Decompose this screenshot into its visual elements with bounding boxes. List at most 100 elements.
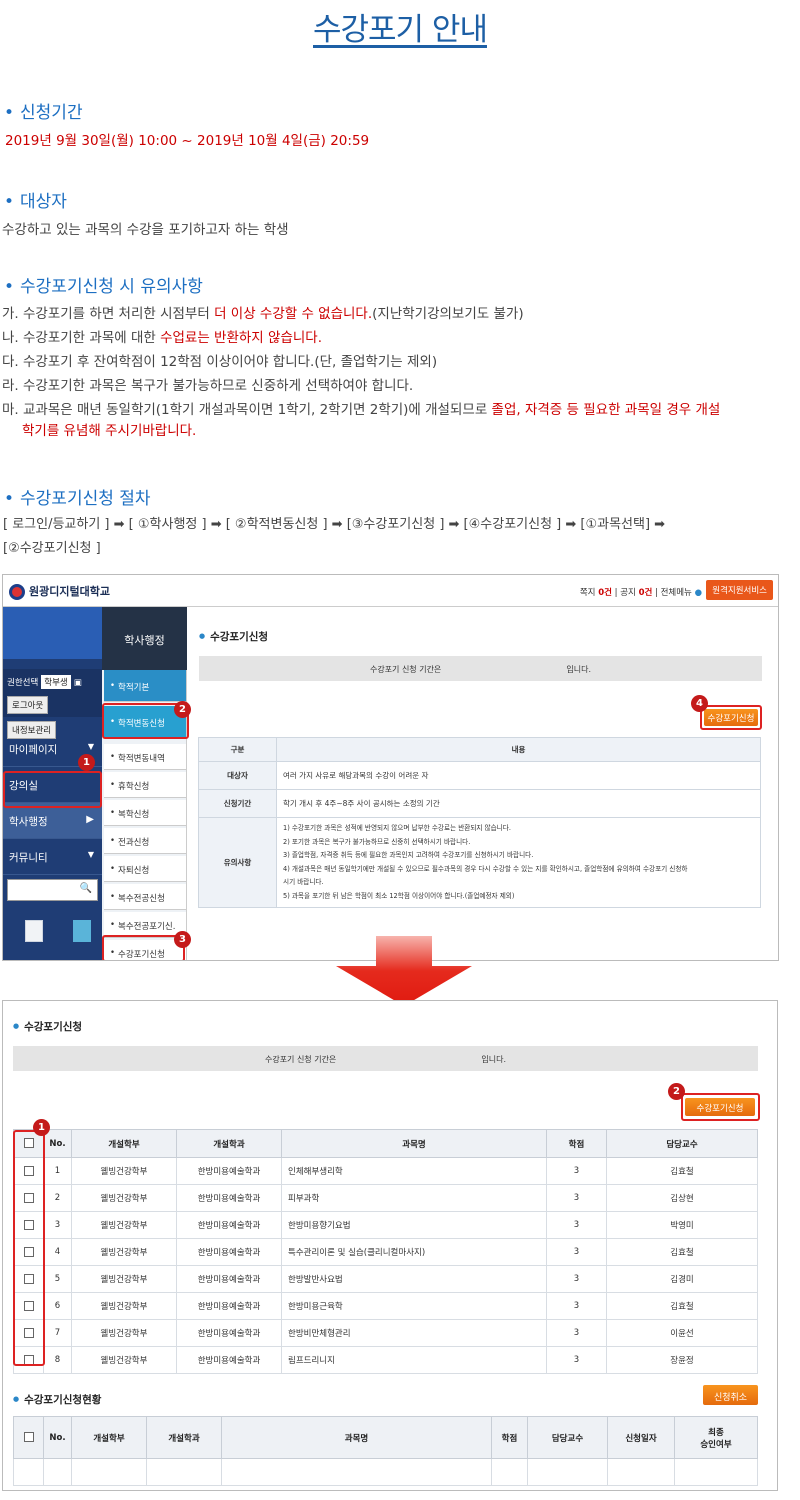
row-no: 7	[43, 1319, 72, 1347]
note-a-text: 가. 수강포기를 하면 처리한 시점부터	[2, 306, 215, 322]
col-no: No.	[43, 1129, 72, 1158]
row-major: 한방미용예술학과	[176, 1265, 282, 1293]
info-header-row: 구분 내용	[198, 737, 761, 762]
cancel-request-button[interactable]: 신청취소	[703, 1385, 758, 1405]
table-row: 5 웰빙건강학부 한방미용예술학과 한방발반사요법 3 김경미	[13, 1265, 758, 1293]
row-credit: 3	[546, 1319, 607, 1347]
row-major: 한방미용예술학과	[176, 1184, 282, 1212]
highlight-box	[13, 1130, 45, 1366]
middle-nav-title: 학사행정	[102, 607, 187, 670]
row-dept: 웰빙건강학부	[71, 1238, 177, 1266]
row-professor: 김경미	[606, 1265, 758, 1293]
note-e-emphasis: 졸업, 자격증 등 필요한 과목일 경우 개설	[491, 402, 721, 418]
row-dept: 웰빙건강학부	[71, 1319, 177, 1347]
status-cell	[527, 1458, 608, 1486]
row-course: 한방비만체형관리	[281, 1319, 547, 1347]
row-course: 피부과학	[281, 1184, 547, 1212]
content-title: 수강포기신청	[199, 629, 268, 644]
caution-line: 시기 바랍니다.	[283, 878, 324, 886]
left-menu-mypage-label: 마이페이지	[9, 744, 58, 756]
remote-support-button[interactable]: 원격지원서비스	[706, 580, 773, 600]
mid-item-change-history[interactable]: 학적변동내역	[104, 744, 186, 770]
status-col-major: 개설학과	[146, 1416, 222, 1459]
status-cell	[491, 1458, 528, 1486]
status-cell	[221, 1458, 492, 1486]
status-select-all-cell	[13, 1416, 44, 1459]
table-row: 3 웰빙건강학부 한방미용예술학과 한방미용향기요법 3 박영미	[13, 1211, 758, 1239]
university-logo[interactable]: 원광디지털대학교	[9, 583, 110, 600]
caution-line: 3) 졸업학점, 자격증 취득 등에 필요한 과목인지 고려하여 수강포기를 신…	[283, 851, 534, 859]
page-title: 수강포기 안내	[313, 12, 488, 48]
mid-item-withdraw[interactable]: 자퇴신청	[104, 856, 186, 882]
table-row: 1 웰빙건강학부 한방미용예술학과 인체해부생리학 3 김효철	[13, 1157, 758, 1185]
row-professor: 이윤선	[606, 1319, 758, 1347]
highlight-box	[3, 771, 102, 808]
row-dept: 웰빙건강학부	[71, 1265, 177, 1293]
info-value: 학기 개시 후 4주~8주 사이 공시하는 소정의 기간	[276, 789, 761, 818]
callout-2: 2	[174, 701, 191, 718]
table-row: 8 웰빙건강학부 한방미용예술학과 림프드리니지 3 장윤정	[13, 1346, 758, 1374]
callout-1: 1	[33, 1119, 50, 1136]
drop-title: 수강포기신청	[13, 1019, 82, 1034]
period-section: 신청기간 2019년 9월 30일(월) 10:00 ~ 2019년 10월 4…	[0, 98, 800, 153]
status-col-credit: 학점	[491, 1416, 528, 1459]
table-row: 6 웰빙건강학부 한방미용예술학과 한방미용근육학 3 김효철	[13, 1292, 758, 1320]
notice-link[interactable]: 공지	[620, 588, 636, 598]
info-row: 대상자 여러 가지 사유로 해당과목의 수강이 어려운 자	[198, 761, 761, 790]
page: 수강포기 안내 신청기간 2019년 9월 30일(월) 10:00 ~ 201…	[0, 0, 800, 1500]
top-links: 쪽지 0건 | 공지 0건 | 전체메뉴 ●	[579, 588, 702, 598]
status-cell	[607, 1458, 675, 1486]
logout-button[interactable]: 로그아웃	[7, 696, 49, 714]
status-cell	[13, 1458, 44, 1486]
left-menu-academic-label: 학사행정	[9, 816, 48, 828]
course-header-row: No. 개설학부 개설학과 과목명 학점 담당교수	[13, 1129, 758, 1158]
row-no: 1	[43, 1157, 72, 1185]
mid-item-transfer[interactable]: 전과신청	[104, 828, 186, 854]
period-bar: 수강포기 신청 기간은 입니다.	[199, 656, 762, 681]
row-major: 한방미용예술학과	[176, 1238, 282, 1266]
note-count: 0건	[598, 588, 612, 598]
row-credit: 3	[546, 1157, 607, 1185]
procedure-line-1: [ 로그인/등교하기 ] ➡ [ ①학사행정 ] ➡ [ ②학적변동신청 ] ➡…	[3, 517, 666, 532]
period-prefix: 수강포기 신청 기간은	[264, 1055, 337, 1064]
row-professor: 장윤정	[606, 1346, 758, 1374]
row-course: 특수관리이론 및 실습(클리니컬마사지)	[281, 1238, 547, 1266]
row-credit: 3	[546, 1292, 607, 1320]
left-menu-community-label: 커뮤니티	[9, 852, 48, 864]
auth-select[interactable]: 학부생	[41, 675, 71, 689]
col-major: 개설학과	[176, 1129, 282, 1158]
col-credit: 학점	[546, 1129, 607, 1158]
mid-item-leave[interactable]: 휴학신청	[104, 772, 186, 798]
procedure-heading: 수강포기신청 절차	[0, 484, 800, 509]
procedure-line-2: [②수강포기신청 ]	[3, 541, 101, 556]
mid-item-return[interactable]: 복학신청	[104, 800, 186, 826]
row-credit: 3	[546, 1211, 607, 1239]
certificate-icon[interactable]	[25, 920, 43, 942]
university-seal-icon	[9, 584, 25, 600]
mid-item-basic[interactable]: 학적기본	[104, 670, 186, 702]
row-credit: 3	[546, 1346, 607, 1374]
info-key: 유의사항	[198, 817, 277, 908]
row-course: 인체해부생리학	[281, 1157, 547, 1185]
row-professor: 김상현	[606, 1184, 758, 1212]
left-menu-community[interactable]: 커뮤니티 ▼	[3, 839, 102, 875]
notice-count: 0건	[638, 588, 653, 598]
note-b-text: 나. 수강포기한 과목에 대한	[2, 330, 161, 346]
info-row: 신청기간 학기 개시 후 4주~8주 사이 공시하는 소정의 기간	[198, 789, 761, 818]
table-row: 2 웰빙건강학부 한방미용예술학과 피부과학 3 김상현	[13, 1184, 758, 1212]
note-e-continued: 학기를 유념해 주시기바랍니다.	[22, 423, 197, 439]
info-header-cell: 내용	[276, 737, 761, 762]
message-icon[interactable]	[73, 920, 91, 942]
row-course: 한방미용근육학	[281, 1292, 547, 1320]
chevron-down-icon: ▼	[87, 850, 94, 859]
course-drop-screenshot: 수강포기신청 수강포기 신청 기간은 입니다. 수강포기신청 2 No. 개설학…	[2, 1000, 778, 1491]
mid-item-double-major[interactable]: 복수전공신청	[104, 884, 186, 910]
middle-nav: 학사행정 학적기본 학적변동신청 학적변동내역 휴학신청 복학신청 전과신청 자…	[102, 607, 187, 960]
full-menu-link[interactable]: 전체메뉴	[661, 588, 692, 598]
left-menu-academic[interactable]: 학사행정 ▶	[3, 803, 102, 839]
target-heading: 대상자	[0, 187, 800, 212]
note-link[interactable]: 쪽지	[580, 588, 596, 598]
search-input[interactable]: 🔍	[7, 879, 98, 901]
status-select-all-checkbox[interactable]	[23, 1432, 34, 1443]
note-a-emphasis: 더 이상 수강할 수 없습니다.	[214, 306, 373, 322]
